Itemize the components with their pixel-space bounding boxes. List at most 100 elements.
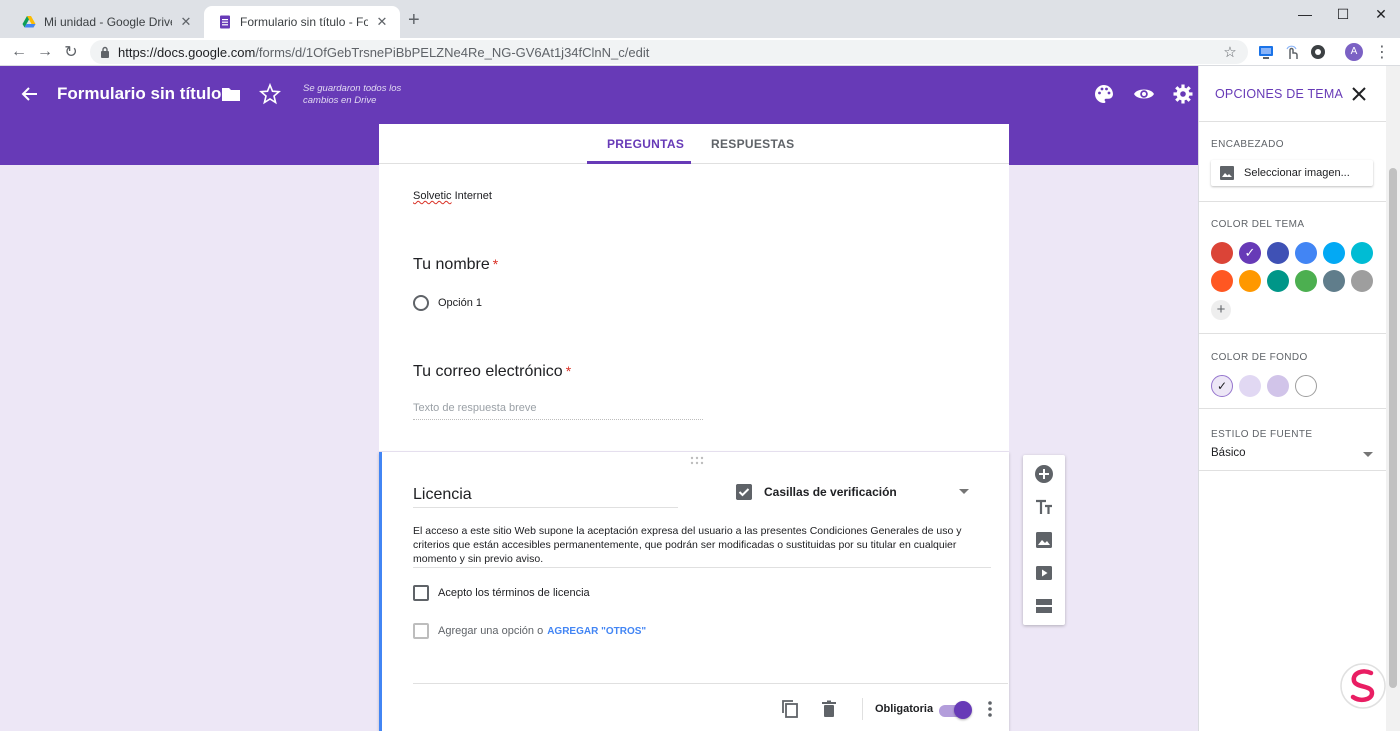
question-title-text: Tu nombre <box>413 256 490 273</box>
theme-color-swatch[interactable] <box>1323 242 1345 264</box>
close-window-icon[interactable]: ✕ <box>1366 6 1396 23</box>
question-description[interactable]: El acceso a este sitio Web supone la ace… <box>413 524 991 568</box>
font-dropdown-underline <box>1199 470 1387 471</box>
vpn-extension-icon[interactable] <box>1308 42 1328 62</box>
required-asterisk: * <box>492 256 499 272</box>
font-style-dropdown[interactable]: Básico <box>1211 447 1246 459</box>
theme-options-panel: OPCIONES DE TEMA ENCABEZADO Seleccionar … <box>1198 66 1387 731</box>
theme-color-label: COLOR DEL TEMA <box>1211 219 1305 230</box>
browser-tab-title: Formulario sin título - Formularios de G… <box>240 15 368 29</box>
theme-color-swatch[interactable] <box>1267 242 1289 264</box>
browser-menu-icon[interactable]: ⋮ <box>1372 42 1392 62</box>
add-other-link[interactable]: AGREGAR "OTROS" <box>547 626 646 637</box>
section-divider <box>1199 201 1387 202</box>
question-title-input[interactable]: Licencia <box>413 486 678 508</box>
theme-color-swatch[interactable] <box>1239 242 1261 264</box>
theme-panel-title: OPCIONES DE TEMA <box>1215 87 1343 101</box>
footer-separator <box>862 698 863 720</box>
add-section-icon[interactable] <box>1034 596 1054 616</box>
radio-option-label: Opción 1 <box>438 297 483 309</box>
reload-icon[interactable]: ↻ <box>60 41 82 63</box>
add-video-icon[interactable] <box>1034 563 1054 583</box>
theme-color-swatch[interactable] <box>1351 270 1373 292</box>
solvetic-watermark-logo <box>1340 663 1386 709</box>
star-bookmark-icon[interactable]: ☆ <box>1220 42 1240 62</box>
panel-scrollbar[interactable] <box>1386 66 1400 731</box>
checkbox-option[interactable] <box>413 585 429 601</box>
theme-color-swatch[interactable] <box>1295 270 1317 292</box>
star-icon[interactable] <box>259 83 281 105</box>
checkbox-add-option <box>413 623 429 639</box>
required-toggle-thumb[interactable] <box>954 701 972 719</box>
dropdown-caret-icon <box>959 489 969 494</box>
background-color-swatch[interactable]: ✓ <box>1211 375 1233 397</box>
form-description[interactable]: Solvetic Internet <box>413 190 492 202</box>
theme-color-swatch[interactable] <box>1211 242 1233 264</box>
preview-eye-icon[interactable] <box>1133 83 1155 105</box>
theme-color-swatch[interactable] <box>1323 270 1345 292</box>
scrollbar-thumb[interactable] <box>1389 168 1397 688</box>
checkbox-option-label[interactable]: Acepto los términos de licencia <box>438 587 590 599</box>
browser-tab-title: Mi unidad - Google Drive <box>44 15 172 29</box>
select-image-button[interactable]: Seleccionar imagen... <box>1211 160 1373 186</box>
section-divider <box>1199 333 1387 334</box>
form-description-word: Solvetic <box>413 190 452 202</box>
card-footer-divider <box>413 683 1008 684</box>
add-custom-color-icon[interactable]: + <box>1211 300 1231 320</box>
more-options-icon[interactable] <box>980 699 1000 719</box>
theme-color-swatch[interactable] <box>1295 242 1317 264</box>
minimize-icon[interactable]: — <box>1290 6 1320 22</box>
add-image-icon[interactable] <box>1034 530 1054 550</box>
browser-tab-forms[interactable]: Formulario sin título - Formularios de G… <box>204 6 400 38</box>
add-question-icon[interactable] <box>1034 464 1054 484</box>
tab-preguntas[interactable]: PREGUNTAS <box>607 124 684 164</box>
touch-extension-icon[interactable] <box>1282 42 1302 62</box>
back-arrow-icon[interactable] <box>20 84 40 104</box>
question-title-correo[interactable]: Tu correo electrónico * <box>413 363 571 381</box>
background-color-swatch[interactable] <box>1295 375 1317 397</box>
tab-respuestas[interactable]: RESPUESTAS <box>711 124 794 164</box>
delete-trash-icon[interactable] <box>819 699 839 719</box>
folder-icon[interactable] <box>220 83 242 105</box>
close-tab-icon[interactable]: ✕ <box>178 14 194 30</box>
theme-panel-header: OPCIONES DE TEMA <box>1199 66 1387 122</box>
address-bar[interactable]: https://docs.google.com/forms/d/1OfGebTr… <box>90 40 1248 64</box>
theme-color-swatch[interactable] <box>1351 242 1373 264</box>
background-color-swatch[interactable] <box>1239 375 1261 397</box>
forward-icon[interactable]: → <box>34 41 56 63</box>
drag-handle-icon[interactable] <box>690 456 704 466</box>
profile-avatar[interactable]: A <box>1344 42 1364 62</box>
palette-icon[interactable] <box>1093 83 1115 105</box>
question-type-label: Casillas de verificación <box>764 485 897 499</box>
close-tab-icon[interactable]: ✕ <box>374 14 390 30</box>
checkbox-type-icon <box>736 484 752 500</box>
image-icon <box>1220 166 1234 180</box>
add-title-text-icon[interactable] <box>1034 497 1054 517</box>
settings-gear-icon[interactable] <box>1172 83 1194 105</box>
browser-toolbar: ← → ↻ https://docs.google.com/forms/d/1O… <box>0 38 1400 66</box>
radio-option[interactable] <box>413 295 429 311</box>
floating-toolbar <box>1023 455 1065 625</box>
question-title-text: Tu correo electrónico <box>413 363 563 380</box>
font-style-label: ESTILO DE FUENTE <box>1211 429 1313 440</box>
extension-icon[interactable] <box>1256 42 1276 62</box>
profile-initial: A <box>1345 43 1363 61</box>
theme-color-swatch[interactable] <box>1211 270 1233 292</box>
active-question-card[interactable]: Licencia Casillas de verificación El acc… <box>379 452 1009 731</box>
add-option-link[interactable]: Agregar una opción <box>438 625 534 637</box>
maximize-icon[interactable]: ☐ <box>1328 6 1358 23</box>
new-tab-button[interactable]: + <box>408 10 420 30</box>
theme-color-swatch[interactable] <box>1267 270 1289 292</box>
close-panel-icon[interactable] <box>1349 84 1369 104</box>
question-title-nombre[interactable]: Tu nombre * <box>413 256 498 274</box>
add-option-or: o <box>537 625 544 637</box>
form-title[interactable]: Formulario sin título <box>57 84 221 104</box>
duplicate-icon[interactable] <box>780 699 800 719</box>
dropdown-caret-icon[interactable] <box>1363 452 1373 457</box>
browser-tab-drive[interactable]: Mi unidad - Google Drive ✕ <box>8 6 204 38</box>
header-section-label: ENCABEZADO <box>1211 139 1284 150</box>
background-color-swatch[interactable] <box>1267 375 1289 397</box>
back-icon[interactable]: ← <box>8 41 30 63</box>
question-type-dropdown[interactable]: Casillas de verificación <box>736 484 981 504</box>
theme-color-swatch[interactable] <box>1239 270 1261 292</box>
